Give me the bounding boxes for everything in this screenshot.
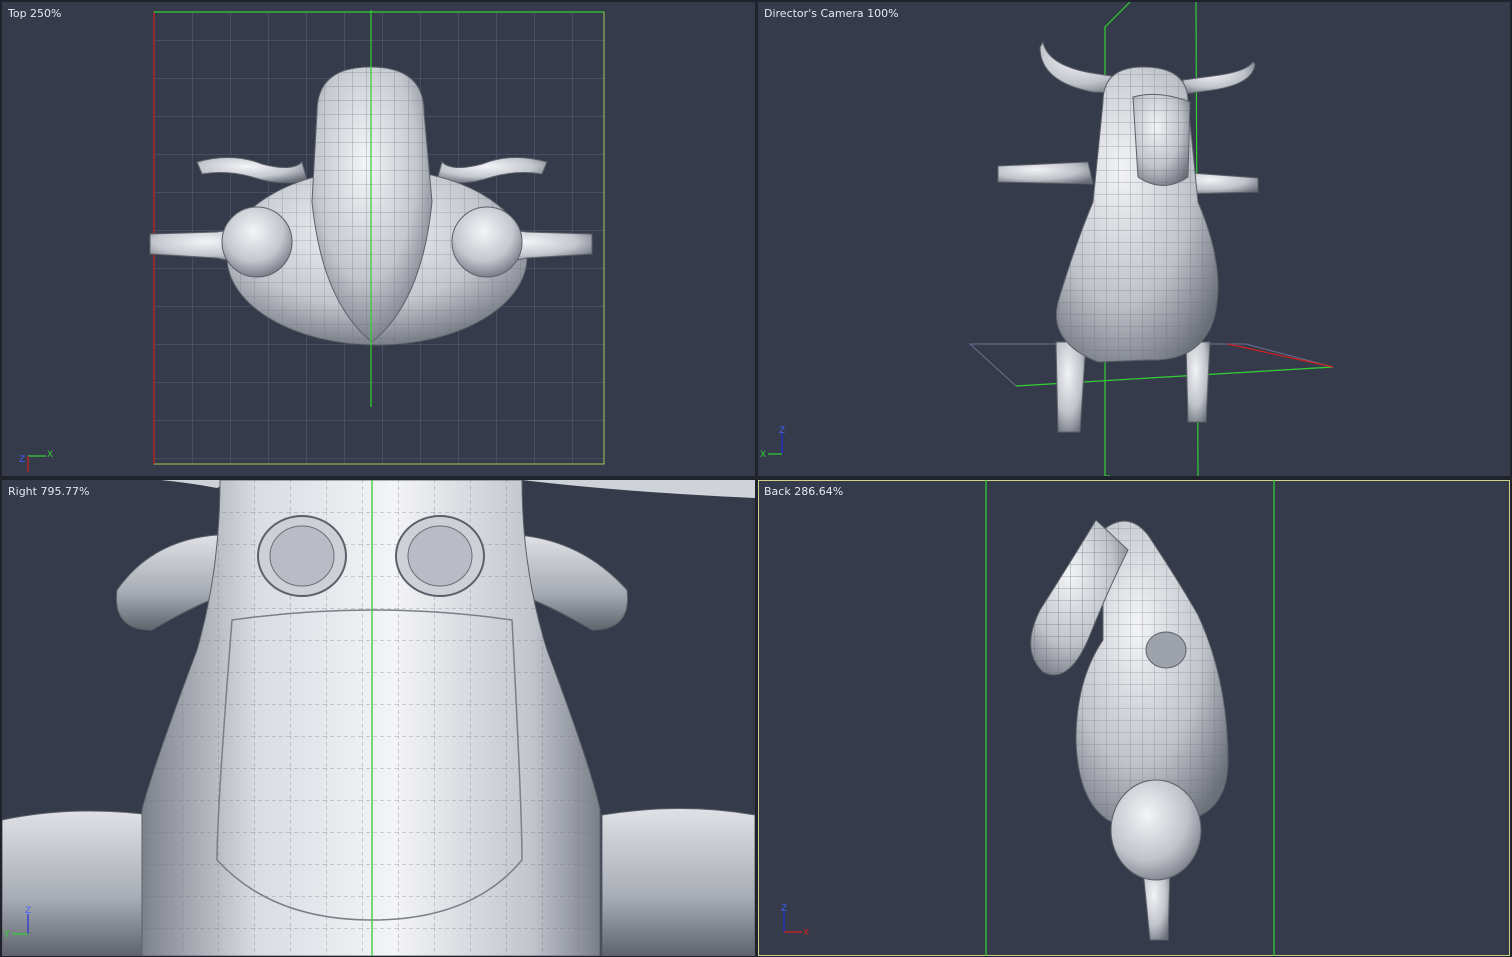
top-axis-vertical: Z — [19, 455, 25, 465]
viewport-camera-canvas[interactable] — [758, 2, 1510, 476]
viewport-top[interactable]: Top 250% Z X — [2, 2, 755, 476]
back-axis-gizmo: Z X — [781, 904, 809, 938]
viewport-back[interactable]: Back 286.64% Z X — [758, 480, 1510, 956]
right-axis-gizmo: Z Y — [4, 906, 31, 940]
cow-back-view — [1030, 519, 1229, 941]
right-axis-horizontal: Y — [4, 930, 10, 940]
viewport-back-canvas[interactable] — [758, 480, 1510, 956]
back-axis-horizontal: X — [803, 928, 809, 938]
camera-axis-vertical: Z — [779, 426, 785, 436]
viewport-top-label[interactable]: Top 250% — [8, 7, 62, 20]
camera-axis-gizmo: Z X — [760, 426, 785, 460]
viewport-right[interactable]: Right 795.77% Z Y — [2, 480, 755, 956]
right-axis-vertical: Z — [25, 906, 31, 916]
viewport-camera[interactable]: Director's Camera 100% Z X — [758, 2, 1510, 476]
top-axis-gizmo: Z X — [19, 450, 53, 472]
camera-axis-horizontal: X — [760, 450, 766, 460]
top-axis-horizontal: X — [47, 450, 53, 460]
back-axis-vertical: Z — [781, 904, 787, 914]
modeler-workspace: Top 250% Z X Director's Camera 100% Z X … — [0, 0, 1512, 957]
viewport-back-label[interactable]: Back 286.64% — [764, 485, 843, 498]
viewport-right-canvas[interactable] — [2, 480, 755, 956]
viewport-right-label[interactable]: Right 795.77% — [8, 485, 89, 498]
viewport-top-canvas[interactable] — [2, 2, 755, 476]
cow-right-view — [2, 480, 755, 956]
viewport-camera-label[interactable]: Director's Camera 100% — [764, 7, 899, 20]
